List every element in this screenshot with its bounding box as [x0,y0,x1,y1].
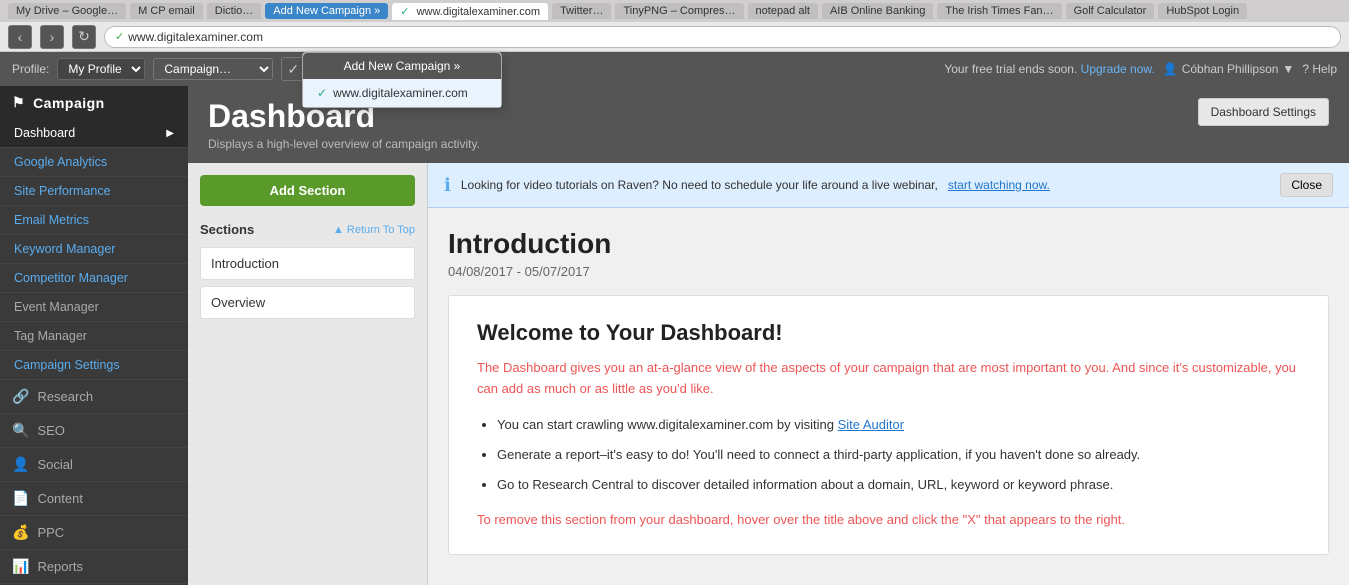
url-text: www.digitalexaminer.com [128,30,263,44]
sidebar-item-campaign-settings[interactable]: Campaign Settings [0,351,188,380]
sidebar-category-seo[interactable]: 🔍 SEO [0,414,188,448]
forward-button[interactable]: › [40,25,64,49]
welcome-list: You can start crawling www.digitalexamin… [497,412,1300,498]
tab-notepad[interactable]: notepad alt [748,3,818,19]
tab-twitter[interactable]: Twitter… [552,3,611,19]
user-dropdown-icon[interactable]: ▼ [1282,62,1294,76]
url-checkmark: ✓ [400,6,409,18]
sidebar-campaign-header: ⚑ Campaign [0,86,188,119]
sidebar-item-dashboard[interactable]: Dashboard [0,119,188,148]
sidebar-category-research[interactable]: 🔗 Research [0,380,188,414]
return-to-top-link[interactable]: ▲ Return To Top [333,224,415,236]
user-icon: 👤 [1163,62,1178,76]
tab-hubspot[interactable]: HubSpot Login [1158,3,1247,19]
sections-layout: Add Section Sections ▲ Return To Top Int… [188,163,1349,585]
back-button[interactable]: ‹ [8,25,32,49]
list-item-3: Go to Research Central to discover detai… [497,472,1300,498]
site-auditor-link[interactable]: Site Auditor [838,417,905,432]
welcome-paragraph: The Dashboard gives you an at-a-glance v… [477,358,1300,400]
list-item-1-text: You can start crawling www.digitalexamin… [497,417,838,432]
tab-active-url[interactable]: ✓ www.digitalexaminer.com [392,3,548,20]
content-icon: 📄 [12,490,29,507]
section-nav-introduction[interactable]: Introduction [200,247,415,280]
social-icon: 👤 [12,456,29,473]
campaign-select[interactable]: Campaign… [153,58,273,80]
browser-bar: ‹ › ↻ ✓ www.digitalexaminer.com [0,22,1349,52]
dashboard-subtitle: Displays a high-level overview of campai… [208,137,480,151]
sidebar-category-social[interactable]: 👤 Social [0,448,188,482]
campaign-dropdown: Add New Campaign » ✓ www.digitalexaminer… [302,52,502,108]
dropdown-header: Add New Campaign » [303,53,501,79]
watch-now-link[interactable]: start watching now. [948,178,1050,192]
content-area: Dashboard Displays a high-level overview… [188,86,1349,585]
user-name: Cóbhan Phillipson [1182,62,1279,76]
main-content: ℹ Looking for video tutorials on Raven? … [428,163,1349,585]
content-label: Content [37,491,83,506]
sidebar-item-competitor-manager[interactable]: Competitor Manager [0,264,188,293]
help-button[interactable]: ? Help [1302,62,1337,76]
social-label: Social [37,457,72,472]
dropdown-item-label: www.digitalexaminer.com [333,86,468,100]
dropdown-item-digitalexaminer[interactable]: ✓ www.digitalexaminer.com [303,79,501,107]
url-bar[interactable]: ✓ www.digitalexaminer.com [104,26,1341,48]
main-layout: ⚑ Campaign Dashboard Google Analytics Si… [0,86,1349,585]
sidebar-category-reports[interactable]: 📊 Reports [0,550,188,584]
refresh-button[interactable]: ↻ [72,25,96,49]
sections-title: Sections [200,222,254,237]
sidebar-item-event-manager[interactable]: Event Manager [0,293,188,322]
sidebar-category-content[interactable]: 📄 Content [0,482,188,516]
close-banner-button[interactable]: Close [1280,173,1333,197]
seo-label: SEO [37,423,64,438]
app-header: Profile: My Profile Campaign… ✓ ✉ Your f… [0,52,1349,86]
secure-icon: ✓ [115,30,124,43]
sidebar-item-email-metrics[interactable]: Email Metrics [0,206,188,235]
info-banner: ℹ Looking for video tutorials on Raven? … [428,163,1349,208]
tab-campaign[interactable]: Add New Campaign » [265,3,388,19]
section-nav-overview[interactable]: Overview [200,286,415,319]
ppc-label: PPC [37,525,64,540]
tab-dictio[interactable]: Dictio… [207,3,262,19]
upgrade-link[interactable]: Upgrade now. [1081,62,1155,76]
remove-section-text: To remove this section from your dashboa… [477,510,1300,531]
sidebar-category-ppc[interactable]: 💰 PPC [0,516,188,550]
tab-irish-times[interactable]: The Irish Times Fan… [937,3,1061,19]
tab-golf[interactable]: Golf Calculator [1066,3,1155,19]
reports-icon: 📊 [12,558,29,575]
research-icon: 🔗 [12,388,29,405]
sidebar: ⚑ Campaign Dashboard Google Analytics Si… [0,86,188,585]
welcome-title: Welcome to Your Dashboard! [477,320,1300,346]
trial-banner: Your free trial ends soon. Upgrade now. [944,62,1154,76]
sidebar-campaign-label: Campaign [33,95,105,111]
sidebar-item-tag-manager[interactable]: Tag Manager [0,322,188,351]
tab-cp-email[interactable]: M CP email [130,3,203,19]
add-section-button[interactable]: Add Section [200,175,415,206]
profile-select[interactable]: My Profile [57,58,145,80]
sidebar-item-keyword-manager[interactable]: Keyword Manager [0,235,188,264]
reports-label: Reports [37,559,83,574]
seo-icon: 🔍 [12,422,29,439]
left-panel: Add Section Sections ▲ Return To Top Int… [188,163,428,585]
browser-tabs: My Drive – Google… M CP email Dictio… Ad… [0,0,1349,22]
dashboard-settings-button[interactable]: Dashboard Settings [1198,98,1329,126]
sidebar-item-site-performance[interactable]: Site Performance [0,177,188,206]
research-label: Research [37,389,93,404]
sidebar-item-google-analytics[interactable]: Google Analytics [0,148,188,177]
section-title-introduction: Introduction [448,228,1329,260]
welcome-card: Welcome to Your Dashboard! The Dashboard… [448,295,1329,555]
list-item-1: You can start crawling www.digitalexamin… [497,412,1300,438]
user-info: 👤 Cóbhan Phillipson ▼ [1163,62,1295,76]
info-icon: ℹ [444,175,451,196]
tab-my-drive[interactable]: My Drive – Google… [8,3,126,19]
info-banner-text: Looking for video tutorials on Raven? No… [461,178,938,192]
content-body: Introduction 04/08/2017 - 05/07/2017 Wel… [428,208,1349,575]
profile-label: Profile: [12,62,49,76]
ppc-icon: 💰 [12,524,29,541]
tab-tinypng[interactable]: TinyPNG – Compres… [615,3,743,19]
section-date-range: 04/08/2017 - 05/07/2017 [448,264,1329,279]
dropdown-check-icon: ✓ [317,86,327,100]
sections-header: Sections ▲ Return To Top [200,222,415,237]
campaign-icon: ⚑ [12,94,25,111]
list-item-2: Generate a report–it's easy to do! You'l… [497,442,1300,468]
tab-aib[interactable]: AIB Online Banking [822,3,933,19]
